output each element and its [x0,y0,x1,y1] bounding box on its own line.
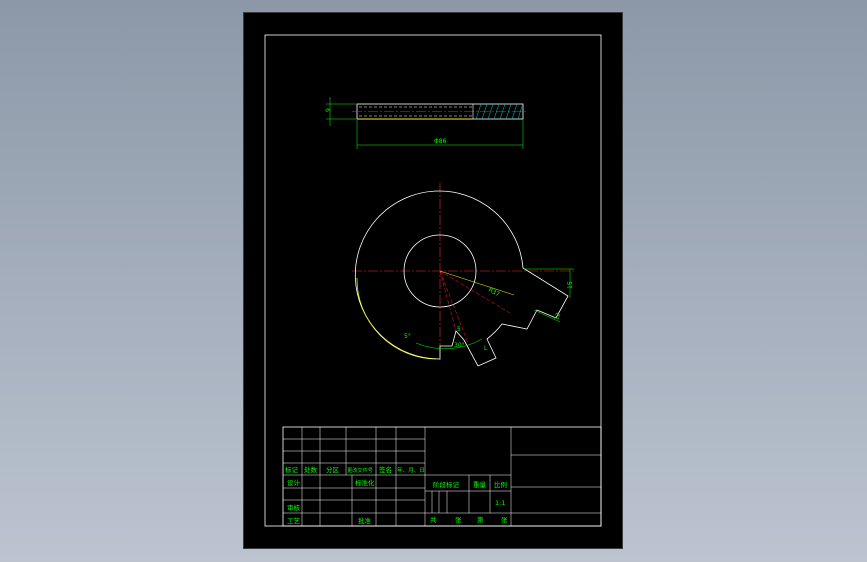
rev-header-doc: 更改文件号 [347,466,373,474]
drawing-sheet: 9 Φ86 R37 15 12 5° 30° 5 L 标记 处数 分区 更改文件… [243,12,623,549]
cad-drawing-canvas: 9 Φ86 R37 15 12 5° 30° 5 L 标记 处数 分区 更改文件… [264,34,602,527]
title-block-frame [282,426,602,527]
disc-outer-contour [354,190,569,367]
scale-value: 1:1 [495,499,505,507]
sheets-unit-2: 张 [501,515,508,524]
title-block: 标记 处数 分区 更改文件号 签名 年、月、日 设计 标准化 审核 工艺 批准 … [282,426,602,527]
role-check: 审核 [287,503,301,512]
role-process: 工艺 [287,517,301,525]
radius-leader [439,270,515,296]
rev-header-count: 处数 [304,465,318,474]
sheets-unit-1: 张 [455,515,462,524]
role-design: 设计 [287,478,301,487]
slot-width-label-2: 5 [457,326,461,333]
thickness-label: 9 [325,108,332,112]
slot-width-label: 12 [553,311,562,321]
side-view: 9 Φ86 [325,97,528,149]
angle-small-label: 5° [404,333,411,340]
drawing-border [264,34,602,527]
length-label: Φ86 [434,138,447,145]
role-approve: 批准 [358,516,372,525]
slot-mark-label: L [484,345,488,352]
scale-label: 比例 [494,480,507,489]
radial-construction-lines [439,270,511,344]
sheets-page: 第 [477,515,484,524]
rev-header-mark: 标记 [285,465,299,474]
radius-label: R37 [487,287,501,299]
angle-large-label: 30° [454,342,465,349]
rev-header-date: 年、月、日 [397,466,425,474]
angle-arc [415,338,483,350]
role-standard: 标准化 [355,478,375,487]
rev-header-zone: 分区 [326,465,340,474]
sheets-total: 共 [430,515,437,524]
rev-header-sign: 签名 [379,465,392,474]
title-block-grid [283,427,601,526]
front-view: R37 15 12 5° 30° 5 L [352,183,574,367]
stage-label: 阶段标记 [433,480,460,489]
weight-label: 重量 [473,481,487,489]
slot-depth-label: 15 [567,281,574,289]
